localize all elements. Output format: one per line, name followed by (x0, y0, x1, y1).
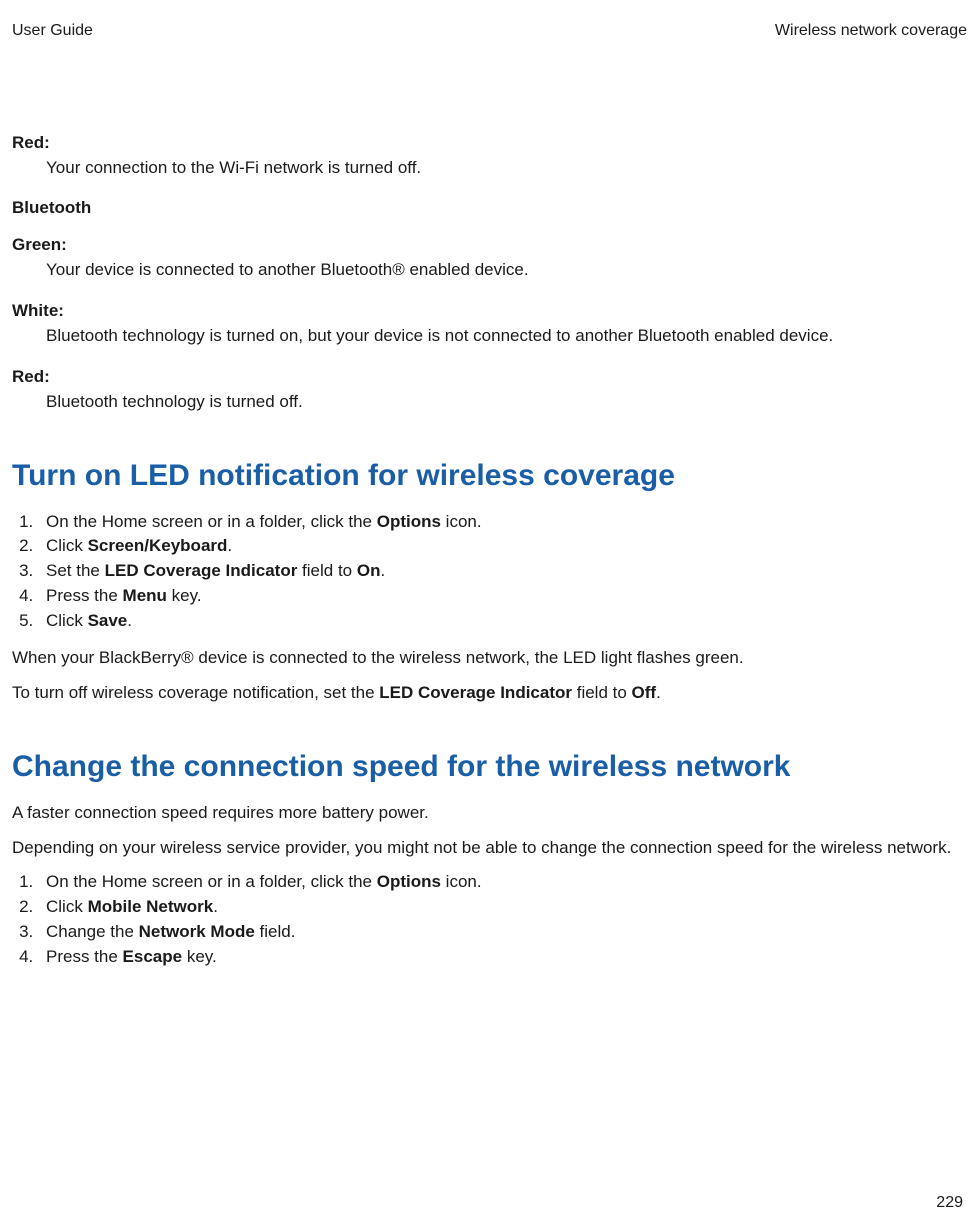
list-item: Change the Network Mode field. (38, 921, 967, 944)
wifi-red-term: Red: (12, 132, 967, 155)
speed-intro-2: Depending on your wireless service provi… (12, 837, 967, 860)
bt-green-block: Green: Your device is connected to anoth… (12, 234, 967, 282)
bt-white-label: White (12, 301, 58, 320)
bt-green-term: Green: (12, 234, 967, 257)
bt-red-block: Red: Bluetooth technology is turned off. (12, 366, 967, 414)
wifi-red-block: Red: Your connection to the Wi-Fi networ… (12, 132, 967, 180)
wifi-red-label: Red (12, 133, 44, 152)
header-left: User Guide (12, 20, 93, 42)
page-header: User Guide Wireless network coverage (12, 20, 967, 42)
section-led-title: Turn on LED notification for wireless co… (12, 456, 967, 497)
list-item: Press the Menu key. (38, 585, 967, 608)
speed-intro-1: A faster connection speed requires more … (12, 802, 967, 825)
bt-red-label: Red (12, 367, 44, 386)
section-speed-title: Change the connection speed for the wire… (12, 747, 967, 788)
list-item: On the Home screen or in a folder, click… (38, 871, 967, 894)
list-item: Click Mobile Network. (38, 896, 967, 919)
list-item: Click Screen/Keyboard. (38, 535, 967, 558)
bt-white-block: White: Bluetooth technology is turned on… (12, 300, 967, 348)
led-steps: On the Home screen or in a folder, click… (12, 511, 967, 634)
list-item: Press the Escape key. (38, 946, 967, 969)
wifi-red-desc: Your connection to the Wi-Fi network is … (12, 157, 967, 180)
bt-green-label: Green (12, 235, 61, 254)
list-item: On the Home screen or in a folder, click… (38, 511, 967, 534)
speed-steps: On the Home screen or in a folder, click… (12, 871, 967, 969)
bt-red-term: Red: (12, 366, 967, 389)
bt-white-term: White: (12, 300, 967, 323)
bt-red-desc: Bluetooth technology is turned off. (12, 391, 967, 414)
led-after-1: When your BlackBerry® device is connecte… (12, 647, 967, 670)
header-right: Wireless network coverage (775, 20, 967, 42)
list-item: Set the LED Coverage Indicator field to … (38, 560, 967, 583)
page: User Guide Wireless network coverage Red… (0, 0, 975, 1228)
page-number: 229 (936, 1192, 963, 1214)
bt-white-desc: Bluetooth technology is turned on, but y… (12, 325, 967, 348)
bt-green-desc: Your device is connected to another Blue… (12, 259, 967, 282)
list-item: Click Save. (38, 610, 967, 633)
led-after-2: To turn off wireless coverage notificati… (12, 682, 967, 705)
bluetooth-heading: Bluetooth (12, 197, 967, 220)
